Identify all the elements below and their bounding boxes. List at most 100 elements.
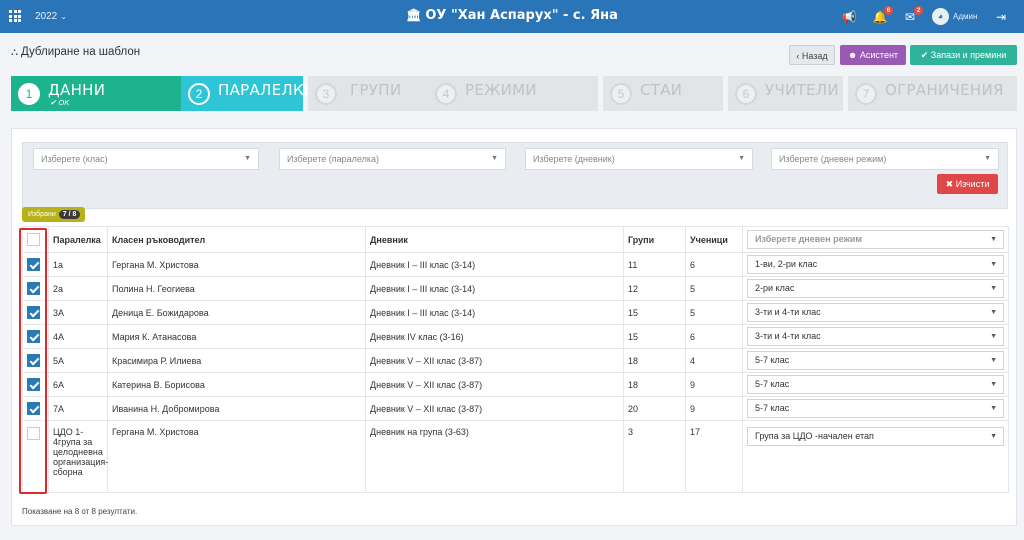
assistant-button[interactable]: ☻ Асистент [840, 45, 906, 65]
dnevnik-filter-placeholder: Изберете (дневник) [533, 154, 615, 164]
cell-grupi: 18 [623, 348, 686, 373]
megaphone-icon[interactable]: 📢 [841, 9, 857, 25]
cell-paralelka: 6А [48, 372, 108, 397]
cell-rakovoditel: Гергана М. Христова [107, 420, 366, 493]
bulk-rezhim-placeholder: Изберете дневен режим [755, 234, 863, 244]
class-filter-placeholder: Изберете (клас) [41, 154, 108, 164]
avatar[interactable]: ◕ [932, 8, 949, 25]
cell-dnevnik: Дневник I – III клас (3-14) [365, 276, 624, 301]
selected-count: 7 / 8 [58, 210, 81, 219]
selected-count-badge: Избрани 7 / 8 [22, 207, 86, 222]
cell-rakovoditel: Гергана М. Христова [107, 252, 366, 277]
cell-rakovoditel: Деница Е. Божидарова [107, 300, 366, 325]
cell-dnevnik: Дневник IV клас (3-16) [365, 324, 624, 349]
step-paralelki[interactable]: 2 ПАРАЛЕЛКИ [181, 76, 315, 111]
notification-badge: 6 [884, 6, 893, 15]
cell-grupi: 15 [623, 324, 686, 349]
step-rezhimi[interactable]: 4 РЕЖИМИ [428, 76, 598, 111]
col-rakovoditel[interactable]: Класен ръководител [107, 226, 366, 253]
col-uchenici[interactable]: Ученици [685, 226, 743, 253]
table-row: 5А Красимира Р. Илиева Дневник V – XII к… [22, 348, 1009, 373]
page-title-text: Дублиране на шаблон [21, 46, 141, 58]
bulk-rezhim-select[interactable]: Изберете дневен режим ▼ [747, 230, 1004, 249]
rezhim-filter-placeholder: Изберете (дневен режим) [779, 154, 887, 164]
rezhim-select[interactable]: 1-ви, 2-ри клас ▼ [747, 255, 1004, 274]
rezhim-select[interactable]: 2-ри клас ▼ [747, 279, 1004, 298]
cell-grupi: 3 [623, 420, 686, 493]
cell-dnevnik: Дневник I – III клас (3-14) [365, 252, 624, 277]
assistant-label: Асистент [859, 50, 899, 60]
back-label: Назад [801, 51, 828, 61]
step-stai[interactable]: 5 СТАИ [603, 76, 723, 111]
cell-paralelka: 2а [48, 276, 108, 301]
cell-grupi: 18 [623, 372, 686, 397]
cell-rezhim: 5-7 клас ▼ [742, 396, 1009, 421]
mail-badge: 2 [914, 6, 923, 15]
save-continue-button[interactable]: ✔ Запази и премини [910, 45, 1017, 65]
checkbox-column-highlight [19, 228, 47, 494]
back-button[interactable]: ‹ Назад [789, 45, 835, 65]
rezhim-select[interactable]: 5-7 клас ▼ [747, 375, 1004, 394]
step-label: ГРУПИ [350, 81, 402, 99]
cell-uchenici: 6 [685, 252, 743, 277]
table-row: 6А Катерина В. Борисова Дневник V – XII … [22, 372, 1009, 397]
rezhim-select[interactable]: 5-7 клас ▼ [747, 399, 1004, 418]
rezhim-value: 3-ти и 4-ти клас [755, 331, 821, 341]
col-grupi[interactable]: Групи [623, 226, 686, 253]
caret-down-icon: ▼ [990, 309, 997, 316]
cell-uchenici: 9 [685, 396, 743, 421]
table-row: 2а Полина Н. Геогиева Дневник I – III кл… [22, 276, 1009, 301]
col-paralelka[interactable]: Паралелка [48, 226, 108, 253]
cell-rakovoditel: Полина Н. Геогиева [107, 276, 366, 301]
rezhim-select[interactable]: 5-7 клас ▼ [747, 351, 1004, 370]
step-label: РЕЖИМИ [465, 81, 537, 99]
caret-down-icon: ▼ [491, 155, 498, 162]
step-label: ПАРАЛЕЛКИ [218, 81, 316, 99]
wizard-steps: 1 ДАННИ ✔ OK 2 ПАРАЛЕЛКИ 3 ГРУПИ 4 РЕЖИМ… [11, 76, 1017, 111]
caret-down-icon: ▼ [990, 381, 997, 388]
step-data[interactable]: 1 ДАННИ ✔ OK [11, 76, 181, 111]
table-row: ЦДО 1-4група за целодневна организация-с… [22, 420, 1009, 493]
cell-rezhim: 1-ви, 2-ри клас ▼ [742, 252, 1009, 277]
step-number: 5 [610, 83, 632, 105]
clear-button[interactable]: ✖ Изчисти [937, 174, 998, 194]
table-row: 4А Мария К. Атанасова Дневник IV клас (3… [22, 324, 1009, 349]
rezhim-value: 5-7 клас [755, 403, 790, 413]
clear-label: Изчисти [955, 179, 990, 189]
caret-down-icon: ▼ [990, 333, 997, 340]
cell-dnevnik: Дневник V – XII клас (3-87) [365, 372, 624, 397]
cell-paralelka: 4А [48, 324, 108, 349]
bell-icon[interactable]: 🔔 6 [872, 6, 893, 25]
rezhim-filter-select[interactable]: Изберете (дневен режим) ▼ [771, 148, 999, 170]
main-panel: Изберете (клас) ▼ Изберете (паралелка) ▼ И… [11, 128, 1017, 526]
cell-rezhim: 3-ти и 4-ти клас ▼ [742, 300, 1009, 325]
cell-uchenici: 6 [685, 324, 743, 349]
cell-paralelka: 3А [48, 300, 108, 325]
step-uchiteli[interactable]: 6 УЧИТЕЛИ [728, 76, 843, 111]
cell-rezhim: 3-ти и 4-ти клас ▼ [742, 324, 1009, 349]
step-label: УЧИТЕЛИ [765, 81, 839, 99]
step-ogranichenia[interactable]: 7 ОГРАНИЧЕНИЯ [848, 76, 1017, 111]
save-label: Запази и премини [930, 50, 1007, 60]
rezhim-select[interactable]: 3-ти и 4-ти клас ▼ [747, 303, 1004, 322]
col-dnevnik[interactable]: Дневник [365, 226, 624, 253]
rezhim-select[interactable]: 3-ти и 4-ти клас ▼ [747, 327, 1004, 346]
user-name[interactable]: Админ [953, 12, 977, 21]
rezhim-select[interactable]: Група за ЦДО -начален етап ▼ [747, 427, 1004, 446]
class-filter-select[interactable]: Изберете (клас) ▼ [33, 148, 259, 170]
rezhim-value: Група за ЦДО -начален етап [755, 431, 874, 441]
logout-icon[interactable]: ⇥ [993, 9, 1009, 25]
table-row: 7А Иванина Н. Добромирова Дневник V – XI… [22, 396, 1009, 421]
building-icon: 🏛 [406, 8, 422, 22]
school-name: ОУ "Хан Аспарух" - с. Яна [425, 8, 618, 23]
cell-paralelka: 7А [48, 396, 108, 421]
cell-rezhim: 5-7 клас ▼ [742, 372, 1009, 397]
mail-icon[interactable]: ✉ 2 [902, 6, 923, 25]
step-number: 1 [18, 83, 40, 105]
cell-uchenici: 5 [685, 300, 743, 325]
paralelka-filter-select[interactable]: Изберете (паралелка) ▼ [279, 148, 506, 170]
step-grupi[interactable]: 3 ГРУПИ [308, 76, 428, 111]
step-number: 3 [315, 83, 337, 105]
dnevnik-filter-select[interactable]: Изберете (дневник) ▼ [525, 148, 753, 170]
rezhim-value: 5-7 клас [755, 379, 790, 389]
